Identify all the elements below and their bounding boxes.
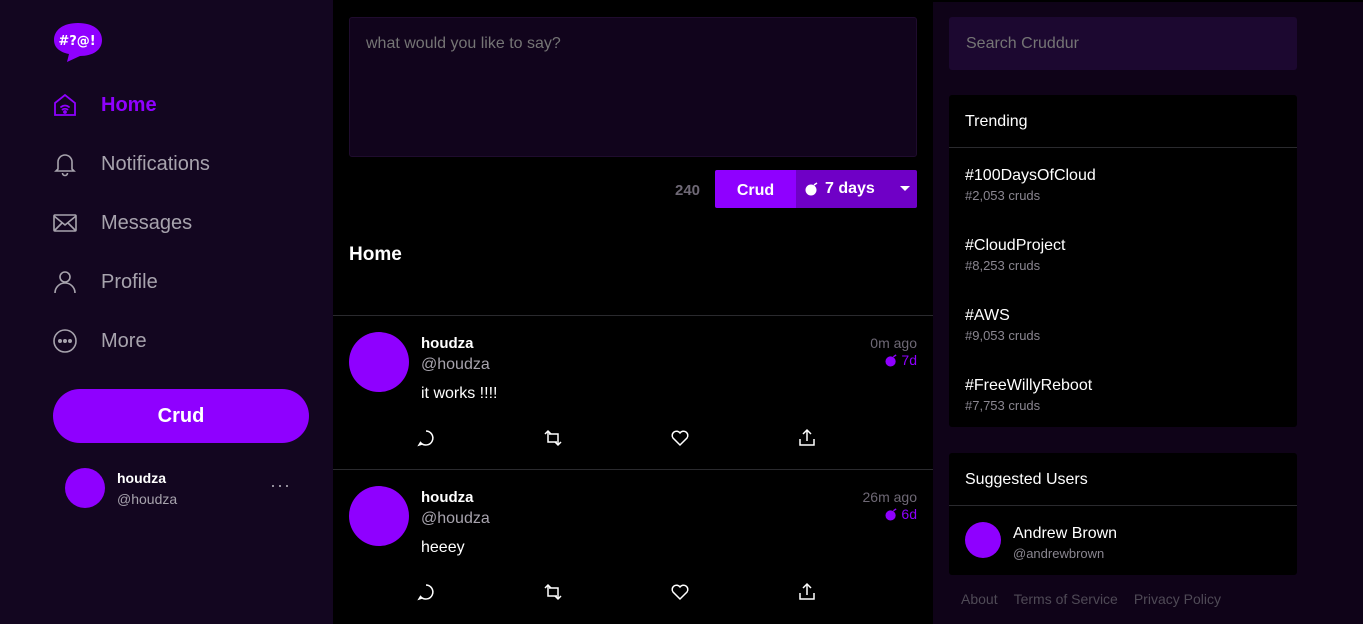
reply-button[interactable] — [416, 582, 436, 602]
page-title: Home — [349, 244, 402, 265]
heart-icon — [671, 430, 689, 447]
trend-item[interactable]: #AWS #9,053 cruds — [965, 307, 1040, 343]
compose-input[interactable] — [349, 17, 917, 157]
suggested-user-name[interactable]: Andrew Brown — [1013, 525, 1117, 543]
share-icon — [799, 582, 815, 600]
reply-button[interactable] — [416, 428, 436, 448]
char-count: 240 — [675, 182, 701, 199]
post-author-name[interactable]: houdza — [421, 489, 474, 506]
post-ttl: 7d — [885, 352, 917, 368]
avatar — [65, 468, 105, 508]
repost-icon — [544, 583, 562, 601]
reply-icon — [417, 430, 434, 447]
nav-messages-label: Messages — [101, 211, 193, 234]
nav-home-label: Home — [101, 93, 157, 116]
trend-tag: #FreeWillyReboot — [965, 377, 1093, 394]
post-author-name[interactable]: houdza — [421, 335, 474, 352]
trend-count: #2,053 cruds — [965, 188, 1041, 203]
post-time: 0m ago — [870, 335, 917, 351]
profile-handle: @houdza — [117, 491, 178, 507]
heart-icon — [671, 584, 689, 601]
trend-item[interactable]: #100DaysOfCloud #2,053 cruds — [965, 167, 1096, 203]
avatar[interactable] — [349, 332, 409, 392]
more-circle-icon — [52, 328, 78, 354]
trend-tag: #CloudProject — [965, 237, 1066, 254]
like-button[interactable] — [670, 428, 690, 448]
footer-privacy-link[interactable]: Privacy Policy — [1134, 591, 1221, 607]
current-user-profile[interactable]: houdza @houdza ··· — [65, 467, 305, 509]
trending-card: Trending #100DaysOfCloud #2,053 cruds #C… — [949, 95, 1297, 427]
avatar[interactable] — [349, 486, 409, 546]
nav-more-label: More — [101, 329, 147, 352]
suggested-title: Suggested Users — [949, 453, 1297, 506]
post-ttl-label: 7d — [901, 352, 917, 368]
post-body: it works !!!! — [421, 385, 498, 402]
mail-icon — [52, 210, 78, 236]
bomb-icon — [805, 182, 818, 196]
search-input[interactable] — [949, 17, 1297, 70]
nav-messages[interactable]: Messages — [52, 206, 192, 240]
bell-icon — [52, 151, 78, 177]
avatar[interactable] — [965, 522, 1001, 558]
footer-links: About Terms of Service Privacy Policy — [961, 591, 1221, 607]
trend-item[interactable]: #FreeWillyReboot #7,753 cruds — [965, 377, 1092, 413]
repost-icon — [544, 429, 562, 447]
share-button[interactable] — [797, 428, 817, 448]
trending-title: Trending — [949, 95, 1297, 148]
reply-icon — [417, 584, 434, 601]
trend-count: #7,753 cruds — [965, 398, 1041, 413]
nav-home[interactable]: Home — [52, 88, 157, 122]
compose-actions: Crud 7 days — [715, 170, 917, 208]
trend-count: #9,053 cruds — [965, 328, 1041, 343]
post-item[interactable]: houdza @houdza 26m ago 6d heeey — [333, 470, 933, 624]
profile-more-button[interactable]: ··· — [270, 475, 291, 496]
crud-button[interactable]: Crud — [53, 389, 309, 443]
logo[interactable]: #?@! — [53, 22, 103, 62]
user-icon — [52, 269, 78, 295]
trend-tag: #100DaysOfCloud — [965, 167, 1096, 184]
compose-crud-button[interactable]: Crud — [715, 170, 796, 208]
trend-tag: #AWS — [965, 307, 1010, 324]
suggested-users-card: Suggested Users Andrew Brown @andrewbrow… — [949, 453, 1297, 575]
post-time: 26m ago — [862, 489, 917, 505]
bomb-icon — [885, 353, 897, 367]
trend-count: #8,253 cruds — [965, 258, 1041, 273]
nav-profile[interactable]: Profile — [52, 265, 158, 299]
nav-more[interactable]: More — [52, 324, 147, 358]
nav-notifications[interactable]: Notifications — [52, 147, 210, 181]
home-icon — [52, 92, 78, 118]
trend-item[interactable]: #CloudProject #8,253 cruds — [965, 237, 1066, 273]
ttl-dropdown[interactable]: 7 days — [796, 170, 917, 208]
share-icon — [799, 428, 815, 446]
footer-about-link[interactable]: About — [961, 591, 998, 607]
suggested-user-handle[interactable]: @andrewbrown — [1013, 546, 1104, 561]
repost-button[interactable] — [543, 582, 563, 602]
ttl-label: 7 days — [825, 180, 875, 197]
main-feed: 240 Crud 7 days Home houdza @houdza 0m a… — [333, 0, 933, 624]
repost-button[interactable] — [543, 428, 563, 448]
footer-terms-link[interactable]: Terms of Service — [1014, 591, 1118, 607]
speech-bubble-logo-icon: #?@! — [54, 23, 102, 62]
post-item[interactable]: houdza @houdza 0m ago 7d it works !!!! — [333, 316, 933, 471]
left-sidebar: #?@! Home Notifications Messages Profile… — [0, 0, 333, 624]
nav-profile-label: Profile — [101, 270, 158, 293]
post-author-handle[interactable]: @houdza — [421, 356, 490, 374]
post-ttl: 6d — [885, 506, 917, 522]
bomb-icon — [885, 507, 897, 521]
nav-notifications-label: Notifications — [101, 152, 210, 175]
logo-text: #?@! — [58, 34, 95, 49]
like-button[interactable] — [670, 582, 690, 602]
post-ttl-label: 6d — [901, 506, 917, 522]
post-body: heeey — [421, 539, 465, 556]
chevron-down-icon — [900, 186, 910, 191]
post-author-handle[interactable]: @houdza — [421, 510, 490, 528]
share-button[interactable] — [797, 582, 817, 602]
profile-name: houdza — [117, 470, 166, 486]
